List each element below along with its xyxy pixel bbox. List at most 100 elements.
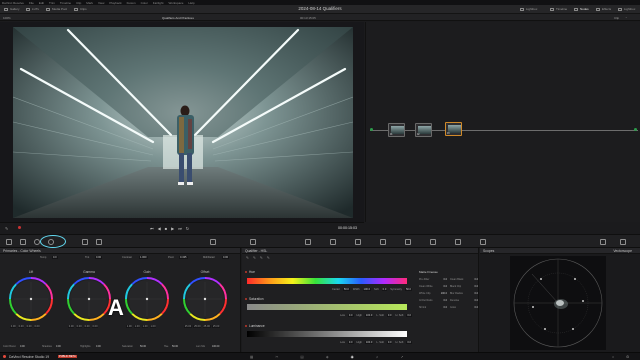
qualifier-icon[interactable]	[305, 239, 311, 245]
wheel-value[interactable]: 0.00	[75, 325, 83, 328]
panel-title: Qualifier - HSL	[245, 248, 268, 253]
enable-dot-icon[interactable]	[245, 298, 247, 300]
menu-item-view[interactable]: View	[98, 1, 104, 5]
node-thumbnail	[418, 126, 431, 134]
magic-mask-icon[interactable]	[380, 239, 386, 245]
source-input-dot[interactable]	[370, 128, 373, 131]
hue-section-header[interactable]: Hue	[245, 270, 255, 274]
menu-item-workspace[interactable]: Workspace	[168, 1, 183, 5]
enable-dot-icon[interactable]	[245, 325, 247, 327]
page-navigation: ▦ ✂ ▤ ◈ ◉ ♫ ➚	[250, 355, 403, 359]
viewer-image	[13, 27, 353, 218]
output-dot[interactable]	[634, 128, 637, 131]
sizing-icon[interactable]	[455, 239, 461, 245]
fairlight-page-icon[interactable]: ♫	[376, 355, 379, 359]
picker-icon[interactable]: ✎	[246, 256, 249, 260]
skip-back-icon[interactable]: ⏮	[150, 226, 154, 231]
tracker-icon[interactable]	[355, 239, 361, 245]
node-03-selected[interactable]: 03	[445, 122, 462, 136]
node-01[interactable]: 01	[388, 123, 405, 137]
middetail-value[interactable]: 0.00	[222, 256, 230, 259]
panel-title: Primaries - Color Wheels	[3, 248, 41, 253]
node-editor[interactable]: 01 02 03	[365, 22, 640, 222]
menu-item-playback[interactable]: Playback	[109, 1, 121, 5]
menu-item-edit[interactable]: Edit	[39, 1, 44, 5]
color-match-icon[interactable]	[20, 239, 26, 245]
wheel-value[interactable]: 1.00	[149, 325, 157, 328]
menu-item-file[interactable]: File	[29, 1, 34, 5]
enable-dot-icon[interactable]	[245, 271, 247, 273]
window-icon[interactable]	[330, 239, 336, 245]
cut-page-icon[interactable]: ✂	[275, 355, 278, 359]
picker-plus-icon[interactable]: ✎	[260, 256, 263, 260]
color-page-icon[interactable]: ◉	[351, 355, 354, 359]
menu-item-trim[interactable]: Trim	[49, 1, 55, 5]
node-02[interactable]: 02	[415, 123, 432, 137]
feather-icon[interactable]: ✎	[267, 256, 270, 260]
matte-row: Clean White 0.0	[419, 285, 447, 288]
scopes-toggle-icon[interactable]	[600, 239, 606, 245]
play-icon[interactable]: ▶	[171, 226, 174, 231]
wheel-label-gain: Gain	[143, 270, 151, 274]
source-timecode: 00:13:15:05	[300, 15, 316, 20]
menu-item-clip[interactable]: Clip	[76, 1, 81, 5]
wheel-value[interactable]: 25.00	[193, 325, 202, 328]
wheel-value[interactable]: 25.00	[202, 325, 211, 328]
gear-icon[interactable]: ⚙	[626, 355, 629, 359]
temp-value[interactable]: 0.0	[52, 256, 58, 259]
luminance-section-header[interactable]: Luminance	[245, 324, 265, 328]
menu-item-help[interactable]: Help	[188, 1, 194, 5]
menu-item-fairlight[interactable]: Fairlight	[153, 1, 164, 5]
saturation-range-bar[interactable]	[247, 304, 407, 310]
key-icon[interactable]	[430, 239, 436, 245]
chevron-down-icon[interactable]: ⌄	[625, 15, 628, 19]
fusion-page-icon[interactable]: ◈	[326, 355, 329, 359]
stop-icon[interactable]: ■	[165, 226, 167, 231]
matte-row: Pre-Filter 0.0	[419, 278, 447, 281]
menu-item-app[interactable]: DaVinci Resolve	[2, 1, 24, 5]
info-icon[interactable]	[620, 239, 626, 245]
menu-item-fusion[interactable]: Fusion	[127, 1, 136, 5]
hue-range-bar[interactable]	[247, 278, 407, 284]
rgb-mixer-icon[interactable]	[82, 239, 88, 245]
contrast-value[interactable]: 1.000	[139, 256, 148, 259]
tint-value[interactable]: 0.00	[95, 256, 103, 259]
play-reverse-icon[interactable]: ◀	[158, 226, 161, 231]
skip-forward-icon[interactable]: ⏭	[178, 226, 182, 231]
curves-icon[interactable]	[210, 239, 216, 245]
viewer-panel	[0, 22, 364, 222]
home-icon[interactable]: ⌂	[612, 355, 614, 359]
menu-item-timeline[interactable]: Timeline	[60, 1, 71, 5]
wheel-value[interactable]: 0.00	[68, 325, 75, 328]
saturation-values-row: Low 0.0 High 100.0 L. Soft 0.0 H. Soft 0.0	[340, 314, 412, 317]
color-wheel-lift[interactable]	[8, 276, 54, 322]
pick-tool-icon[interactable]: ✎	[5, 226, 8, 231]
color-wheel-offset[interactable]	[182, 276, 228, 322]
menu-item-mark[interactable]: Mark	[86, 1, 93, 5]
wheel-value[interactable]: 0.00	[17, 325, 25, 328]
scope-mode-select[interactable]: Vectorscope	[613, 249, 632, 253]
media-page-icon[interactable]: ▦	[250, 355, 253, 359]
blur-icon[interactable]	[405, 239, 411, 245]
luminance-range-bar[interactable]	[247, 331, 407, 337]
zoom-level[interactable]: 100%	[3, 16, 11, 20]
matte-row: Black Clip 0.0	[450, 285, 478, 288]
picker-minus-icon[interactable]: ✎	[253, 256, 256, 260]
nodes-mode-select[interactable]: Clip	[614, 16, 619, 20]
wheel-value[interactable]: 0.00	[10, 325, 17, 328]
motion-effects-icon[interactable]	[96, 239, 102, 245]
loop-icon[interactable]: ↻	[186, 226, 189, 231]
record-icon[interactable]	[18, 226, 21, 229]
3d-icon[interactable]	[480, 239, 486, 245]
wheel-value[interactable]: 0.00	[33, 325, 41, 328]
deliver-page-icon[interactable]: ➚	[400, 355, 403, 359]
edit-page-icon[interactable]: ▤	[300, 355, 303, 359]
wheel-value[interactable]: 0.00	[25, 325, 33, 328]
menu-item-color[interactable]: Color	[141, 1, 148, 5]
color-warper-icon[interactable]	[250, 239, 256, 245]
pivot-value[interactable]: 0.435	[179, 256, 188, 259]
camera-raw-icon[interactable]	[6, 239, 12, 245]
wheel-value[interactable]: 25.00	[212, 325, 220, 328]
wheel-value[interactable]: 25.00	[184, 325, 192, 328]
saturation-section-header[interactable]: Saturation	[245, 297, 264, 301]
